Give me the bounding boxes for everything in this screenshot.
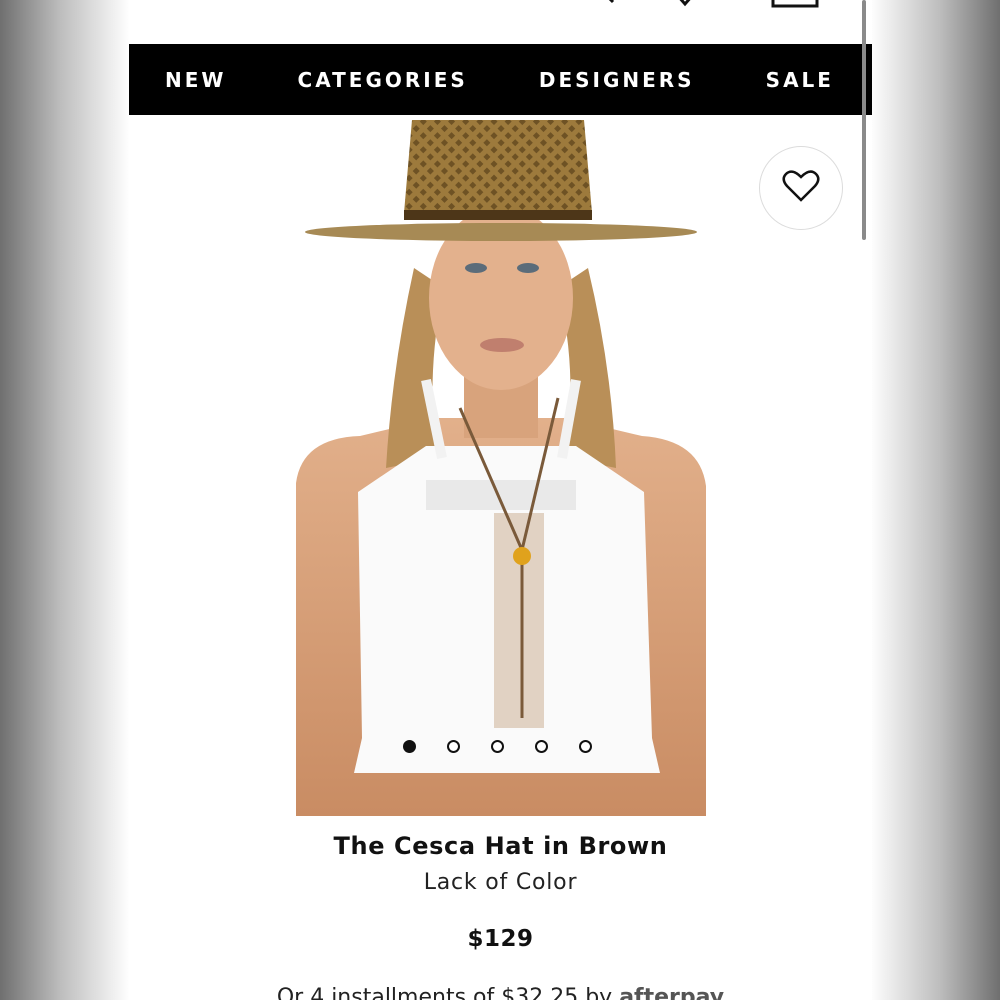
search-icon[interactable] [581,0,621,13]
product-page: NEW CATEGORIES DESIGNERS SALE The Cesca … [129,0,872,1000]
carousel-dot[interactable] [579,740,592,753]
heart-outline-icon[interactable] [665,0,705,13]
product-designer[interactable]: Lack of Color [129,870,872,895]
carousel-dot[interactable] [535,740,548,753]
header [129,0,872,44]
bag-icon[interactable] [769,0,821,13]
carousel-dot[interactable] [403,740,416,753]
carousel-dot[interactable] [491,740,504,753]
heart-outline-icon [782,169,820,208]
nav-item-sale[interactable]: SALE [766,68,834,92]
nav-item-new[interactable]: NEW [165,68,226,92]
product-title: The Cesca Hat in Brown [333,832,668,860]
afterpay-logo[interactable]: afterpay [619,985,724,1000]
scrollbar[interactable] [862,0,866,240]
product-price: $129 [467,926,534,952]
nav-item-categories[interactable]: CATEGORIES [298,68,468,92]
image-carousel-dots [403,740,592,753]
installments-label: Or 4 installments of $32.25 by [276,985,613,1000]
favorite-button[interactable] [759,146,843,230]
main-nav: NEW CATEGORIES DESIGNERS SALE [129,44,872,115]
product-image[interactable] [296,118,706,816]
installments-text: Or 4 installments of $32.25 by afterpay [129,985,872,1000]
nav-item-designers[interactable]: DESIGNERS [539,68,695,92]
carousel-dot[interactable] [447,740,460,753]
